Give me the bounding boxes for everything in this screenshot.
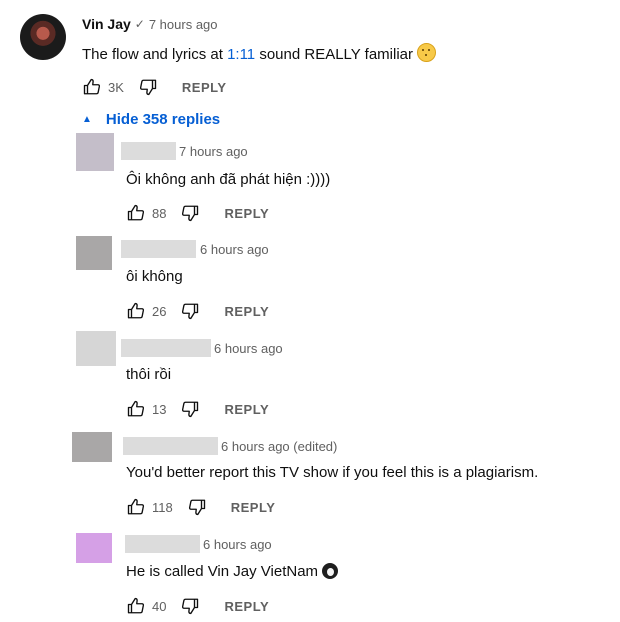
dislike-icon[interactable] — [187, 497, 207, 517]
reply-button[interactable]: REPLY — [231, 500, 276, 515]
like-count: 118 — [152, 499, 173, 515]
reply-header: 6 hours ago — [125, 535, 272, 553]
redacted-author-name[interactable] — [121, 142, 176, 160]
like-count: 88 — [152, 205, 167, 221]
redacted-author-name[interactable] — [125, 535, 200, 553]
dislike-icon[interactable] — [180, 399, 200, 419]
thinking-face-icon — [417, 43, 437, 62]
reply-text: thôi rồi — [126, 366, 172, 383]
reply-button[interactable]: REPLY — [224, 304, 269, 319]
reply-avatar[interactable] — [76, 533, 112, 563]
like-count: 13 — [152, 401, 167, 417]
like-count: 3K — [108, 79, 124, 95]
redacted-author-name[interactable] — [121, 240, 196, 258]
like-icon[interactable] — [126, 497, 146, 517]
dislike-icon[interactable] — [180, 203, 200, 223]
comment-header: Vin Jay ✓ 7 hours ago — [82, 16, 218, 32]
comment-text: The flow and lyrics at 1:11 sound REALLY… — [82, 43, 437, 63]
reply-text-line: He is called Vin Jay VietNam — [126, 563, 339, 580]
like-icon[interactable] — [126, 596, 146, 616]
reply-text: He is called Vin Jay VietNam — [126, 563, 319, 580]
reply-avatar[interactable] — [72, 432, 112, 462]
redacted-author-name[interactable] — [123, 437, 218, 455]
like-count: 40 — [152, 598, 167, 614]
reply-time[interactable]: 6 hours ago (edited) — [221, 439, 337, 454]
reply-text: You'd better report this TV show if you … — [126, 464, 539, 481]
reply-header: 6 hours ago — [121, 240, 269, 258]
like-icon[interactable] — [82, 77, 102, 97]
reply-header: 6 hours ago — [121, 339, 283, 357]
penguin-icon — [322, 563, 339, 579]
comment-actions: 3K REPLY — [82, 77, 227, 97]
author-avatar[interactable] — [20, 14, 66, 60]
like-icon[interactable] — [126, 399, 146, 419]
reply-avatar[interactable] — [76, 236, 112, 270]
reply-time[interactable]: 6 hours ago — [200, 242, 269, 257]
reply-header: 7 hours ago — [121, 142, 248, 160]
reply-text: Ôi không anh đã phát hiện :)))) — [126, 171, 331, 188]
reply-avatar[interactable] — [76, 331, 116, 366]
dislike-icon[interactable] — [180, 596, 200, 616]
reply-button[interactable]: REPLY — [224, 599, 269, 614]
dislike-icon[interactable] — [138, 77, 158, 97]
comment-text-before: The flow and lyrics at — [82, 46, 228, 63]
like-icon[interactable] — [126, 301, 146, 321]
reply-button[interactable]: REPLY — [182, 80, 227, 95]
reply-actions: 88 REPLY — [126, 203, 269, 223]
timestamp-link[interactable]: 1:11 — [227, 46, 255, 63]
like-count: 26 — [152, 303, 167, 319]
hide-replies-button[interactable]: ▲ Hide 358 replies — [82, 111, 220, 128]
hide-replies-label: Hide 358 replies — [105, 111, 221, 128]
reply-actions: 26 REPLY — [126, 301, 269, 321]
dislike-icon[interactable] — [180, 301, 200, 321]
author-name[interactable]: Vin Jay — [82, 16, 131, 32]
reply-actions: 40 REPLY — [126, 596, 269, 616]
like-icon[interactable] — [126, 203, 146, 223]
verified-icon: ✓ — [134, 17, 145, 31]
caret-up-icon: ▲ — [82, 114, 92, 125]
reply-time[interactable]: 7 hours ago — [179, 144, 248, 159]
comment-time[interactable]: 7 hours ago — [149, 17, 218, 32]
reply-time[interactable]: 6 hours ago — [203, 537, 272, 552]
reply-button[interactable]: REPLY — [224, 402, 269, 417]
reply-header: 6 hours ago (edited) — [123, 437, 337, 455]
reply-avatar[interactable] — [76, 133, 114, 171]
redacted-author-name[interactable] — [121, 339, 211, 357]
reply-actions: 118 REPLY — [126, 497, 275, 517]
reply-button[interactable]: REPLY — [224, 206, 269, 221]
comment-text-after: sound REALLY familiar — [255, 46, 414, 63]
reply-time[interactable]: 6 hours ago — [214, 341, 283, 356]
reply-actions: 13 REPLY — [126, 399, 269, 419]
reply-text: ôi không — [126, 268, 183, 285]
